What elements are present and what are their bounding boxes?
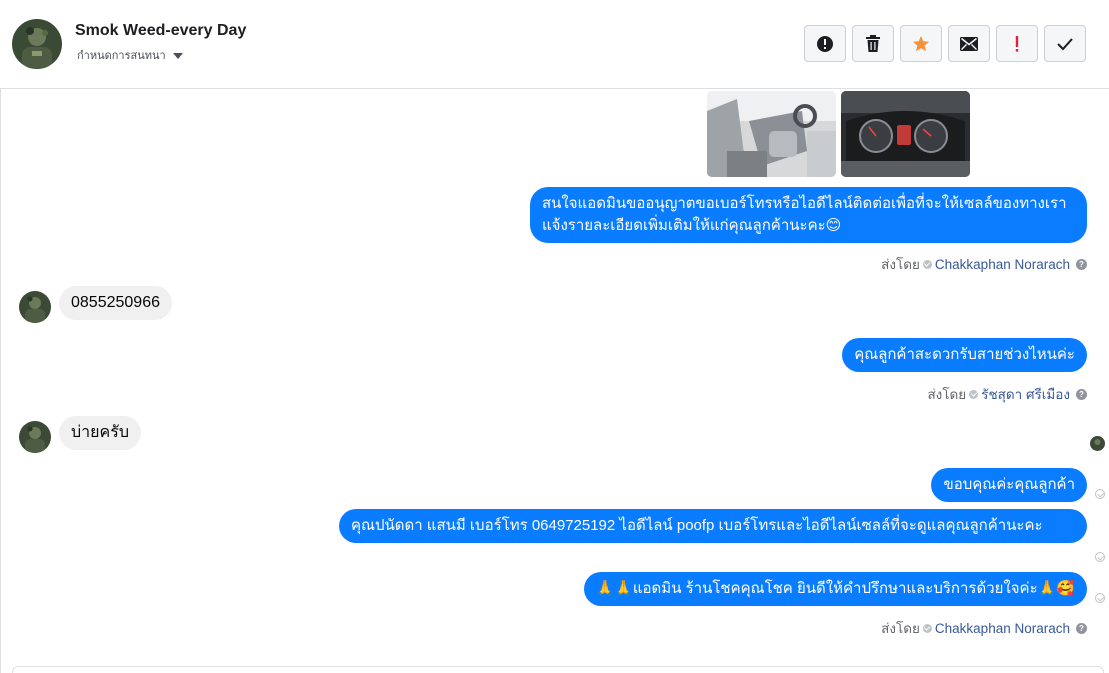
star-icon	[913, 35, 929, 51]
verified-icon	[969, 389, 979, 399]
delivered-check-icon	[1095, 593, 1105, 603]
done-button[interactable]	[1044, 25, 1086, 62]
car-interior-photo[interactable]	[707, 91, 836, 177]
outgoing-message: คุณปนัดดา แสนมี เบอร์โทร 0649725192 ไอดี…	[339, 509, 1087, 543]
outgoing-message: สนใจแอดมินขออนุญาตขอเบอร์โทรหรือไอดีไลน์…	[530, 187, 1087, 243]
contact-avatar[interactable]	[12, 19, 62, 69]
exclamation-icon	[1015, 35, 1019, 52]
thread-toolbar	[804, 25, 1086, 62]
sent-by-label: ส่งโดย	[927, 387, 967, 402]
left-border	[0, 0, 1, 673]
sender-name[interactable]: Chakkaphan Norarach	[935, 257, 1070, 272]
incoming-message: บ่ายครับ	[59, 416, 141, 450]
help-icon[interactable]: ?	[1076, 622, 1087, 634]
follow-up-button[interactable]	[996, 25, 1038, 62]
incoming-message: 0855250966	[59, 286, 172, 320]
sender-name[interactable]: รัชสุดา ศรีเมือง	[981, 383, 1070, 405]
sent-by-row: ส่งโดย รัชสุดา ศรีเมือง ?	[927, 383, 1087, 405]
assign-conversation-dropdown[interactable]: กำหนดการสนทนา	[77, 46, 183, 64]
car-dashboard-photo[interactable]	[841, 91, 970, 177]
message-composer[interactable]	[12, 666, 1104, 673]
outgoing-message: คุณลูกค้าสะดวกรับสายช่วงไหนค่ะ	[842, 338, 1087, 372]
delete-button[interactable]	[852, 25, 894, 62]
caret-down-icon	[172, 52, 183, 59]
sent-by-label: ส่งโดย	[881, 621, 920, 636]
outgoing-message: 🙏🙏แอดมิน ร้านโชคคุณโชค ยินดีให้คำปรึกษาแ…	[583, 572, 1087, 606]
sent-by-label: ส่งโดย	[881, 257, 920, 272]
seen-indicator-avatar	[1090, 436, 1105, 451]
spam-button[interactable]	[804, 25, 846, 62]
contact-avatar-small	[19, 421, 51, 453]
help-icon[interactable]: ?	[1076, 388, 1087, 400]
checkmark-icon	[1057, 37, 1073, 50]
contact-name[interactable]: Smok Weed-every Day	[75, 22, 246, 40]
contact-avatar-small	[19, 291, 51, 323]
outgoing-message: ขอบคุณค่ะคุณลูกค้า	[931, 468, 1087, 502]
delivered-check-icon	[1095, 489, 1105, 499]
verified-icon	[922, 623, 932, 633]
sent-by-row: ส่งโดย Chakkaphan Norarach ?	[881, 253, 1087, 275]
help-icon[interactable]: ?	[1076, 258, 1087, 270]
mark-unread-button[interactable]	[948, 25, 990, 62]
star-button[interactable]	[900, 25, 942, 62]
sender-name[interactable]: Chakkaphan Norarach	[935, 621, 1070, 636]
alert-circle-icon	[817, 35, 833, 52]
conversation-header: Smok Weed-every Day กำหนดการสนทนา	[0, 0, 1109, 89]
envelope-icon	[960, 36, 978, 51]
sent-by-row: ส่งโดย Chakkaphan Norarach ?	[881, 617, 1087, 639]
verified-icon	[922, 259, 932, 269]
assign-label: กำหนดการสนทนา	[77, 50, 166, 62]
delivered-check-icon	[1095, 552, 1105, 562]
trash-icon	[866, 34, 880, 52]
